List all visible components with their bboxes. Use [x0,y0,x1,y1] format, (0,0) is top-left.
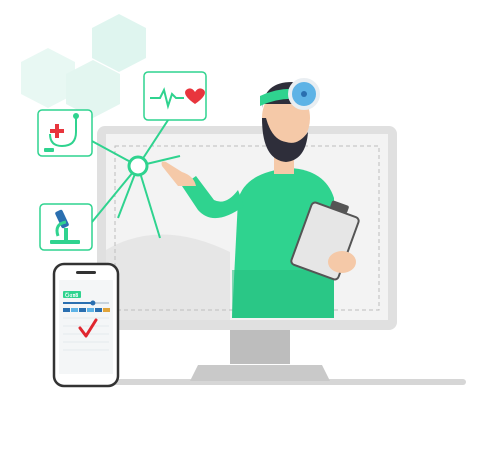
phone-speaker [76,271,96,274]
heartbeat-card [143,71,207,121]
microscope-card [39,203,93,251]
hexagon-top [92,14,146,72]
phone-progress-fill [63,302,93,304]
screen-hill-shape [106,234,230,320]
phone-badge-text: Ⴀ৫¤8 [65,292,78,299]
hexagon-decorations [21,14,146,118]
phone: Ⴀ৫¤8 [52,262,120,388]
doctor-body-shadow [232,270,334,318]
phone-progress-knob[interactable] [90,300,96,306]
connector-hub [127,155,149,177]
doctor-holding-hand [328,251,356,273]
stethoscope-card [37,109,93,157]
illustration-canvas: Ⴀ৫¤8 [21,14,466,388]
telemedicine-illustration: Ⴀ৫¤8 [0,0,500,459]
